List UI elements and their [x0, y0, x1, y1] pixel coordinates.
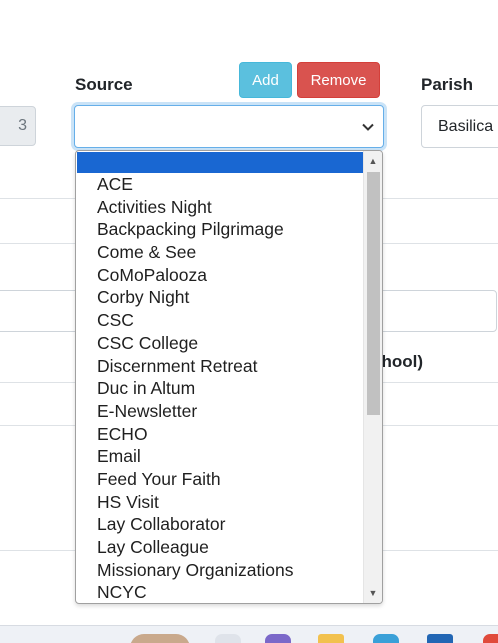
option-list: ACE Activities Night Backpacking Pilgrimag…	[77, 152, 363, 603]
source-select[interactable]	[74, 105, 384, 148]
option-item[interactable]: CSC College	[77, 332, 363, 355]
option-item[interactable]: Duc in Altum	[77, 377, 363, 400]
option-item[interactable]: Lay Collaborator	[77, 513, 363, 536]
scroll-up-arrow-icon[interactable]: ▲	[368, 156, 378, 166]
option-item[interactable]: Email	[77, 445, 363, 468]
scroll-thumb[interactable]	[367, 172, 380, 415]
option-item[interactable]: Discernment Retreat	[77, 355, 363, 378]
option-item[interactable]: ACE	[77, 173, 363, 196]
parish-label: Parish	[421, 75, 473, 94]
browser-icon[interactable]	[373, 634, 399, 643]
remove-button[interactable]: Remove	[297, 62, 380, 98]
source-dropdown-list[interactable]: ACE Activities Night Backpacking Pilgrimag…	[75, 150, 383, 604]
scroll-down-arrow-icon[interactable]: ▼	[368, 588, 378, 598]
chevron-down-icon	[362, 123, 374, 131]
option-item[interactable]: Activities Night	[77, 196, 363, 219]
option-item[interactable]: Come & See	[77, 241, 363, 264]
option-item[interactable]: NCYC	[77, 581, 363, 603]
parish-select[interactable]: Basilica	[421, 105, 498, 148]
option-item[interactable]: Backpacking Pilgrimage	[77, 218, 363, 241]
source-label: Source	[75, 75, 133, 94]
option-item[interactable]: E-Newsletter	[77, 400, 363, 423]
scrollbar[interactable]: ▲ ▼	[363, 151, 382, 603]
option-item[interactable]: Feed Your Faith	[77, 468, 363, 491]
folder-icon[interactable]	[318, 634, 344, 643]
add-button[interactable]: Add	[239, 62, 292, 98]
page: 3 Source Add Remove Parish Basilica choo…	[0, 0, 498, 643]
option-item[interactable]: HS Visit	[77, 491, 363, 514]
taskbar-app-icon[interactable]	[483, 634, 498, 643]
option-blank-selected[interactable]	[77, 152, 363, 173]
taskbar-app-icon[interactable]	[265, 634, 291, 643]
option-item[interactable]: ECHO	[77, 423, 363, 446]
option-item[interactable]: CSC	[77, 309, 363, 332]
taskbar	[0, 625, 498, 643]
avatar-icon[interactable]	[130, 634, 190, 643]
option-item[interactable]: CoMoPalooza	[77, 264, 363, 287]
previous-field[interactable]: 3	[0, 106, 36, 146]
taskbar-app-icon[interactable]	[215, 634, 241, 643]
option-item[interactable]: Missionary Organizations	[77, 559, 363, 582]
store-icon[interactable]	[427, 634, 453, 643]
option-item[interactable]: Lay Colleague	[77, 536, 363, 559]
option-item[interactable]: Corby Night	[77, 286, 363, 309]
